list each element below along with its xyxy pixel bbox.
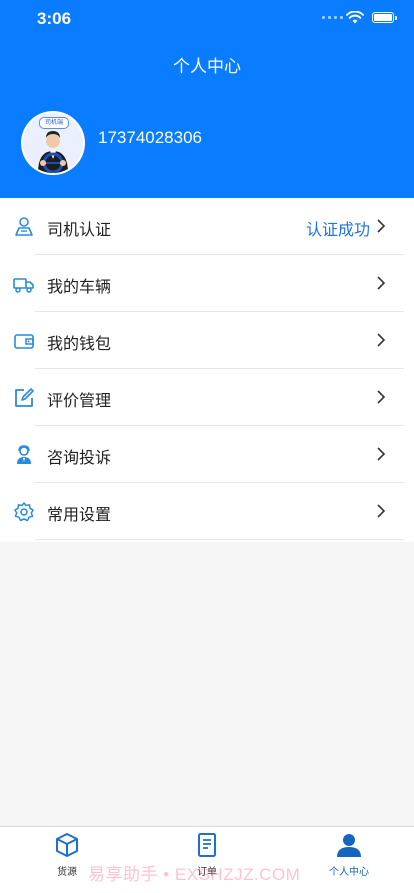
tab-profile[interactable]: 个人中心 [309, 832, 389, 878]
status-time: 3:06 [37, 9, 72, 28]
edit-icon [15, 388, 34, 407]
menu-item-label: 咨询投诉 [47, 448, 112, 467]
cube-icon [56, 833, 78, 857]
user-phone: 17374028306 [98, 128, 203, 147]
person-icon [337, 834, 361, 857]
chevron-right-icon [377, 333, 386, 347]
menu-list: 司机认证 认证成功 我的车辆 我的钱包 评价管理 咨询投诉 常用设置 [0, 198, 414, 542]
wallet-icon [14, 334, 34, 349]
tab-label: 个人中心 [329, 867, 369, 878]
wifi-icon [346, 11, 364, 24]
menu-item-consult-complaint[interactable]: 咨询投诉 [0, 426, 414, 483]
avatar[interactable]: 司机端 [21, 111, 85, 175]
menu-item-label: 常用设置 [47, 505, 112, 524]
chevron-right-icon [377, 276, 386, 290]
chevron-right-icon [377, 504, 386, 518]
person-id-icon [15, 217, 33, 236]
menu-item-label: 我的钱包 [47, 334, 112, 353]
menu-item-label: 评价管理 [47, 391, 112, 410]
menu-item-label: 我的车辆 [47, 277, 112, 296]
truck-icon [13, 278, 34, 293]
menu-item-common-settings[interactable]: 常用设置 [0, 483, 414, 540]
page-title: 个人中心 [173, 57, 241, 77]
cellular-signal-icon [322, 16, 343, 19]
battery-icon [372, 12, 397, 23]
chevron-right-icon [377, 390, 386, 404]
menu-item-label: 司机认证 [47, 220, 112, 239]
status-bar: 3:06 [0, 0, 414, 38]
chevron-right-icon [377, 219, 386, 233]
avatar-tag: 司机端 [39, 117, 69, 129]
watermark: 易享助手 • EXSHZJZ.COM [88, 865, 301, 884]
gear-icon [14, 502, 34, 522]
menu-item-driver-certification[interactable]: 司机认证 认证成功 [0, 198, 414, 255]
menu-item-my-wallet[interactable]: 我的钱包 [0, 312, 414, 369]
document-icon [198, 833, 216, 857]
header: 3:06 个人中心 司机端 17374028306 [0, 0, 414, 198]
menu-item-review-management[interactable]: 评价管理 [0, 369, 414, 426]
certification-status: 认证成功 [305, 220, 370, 239]
service-agent-icon [17, 445, 31, 464]
menu-item-my-vehicle[interactable]: 我的车辆 [0, 255, 414, 312]
chevron-right-icon [377, 447, 386, 461]
